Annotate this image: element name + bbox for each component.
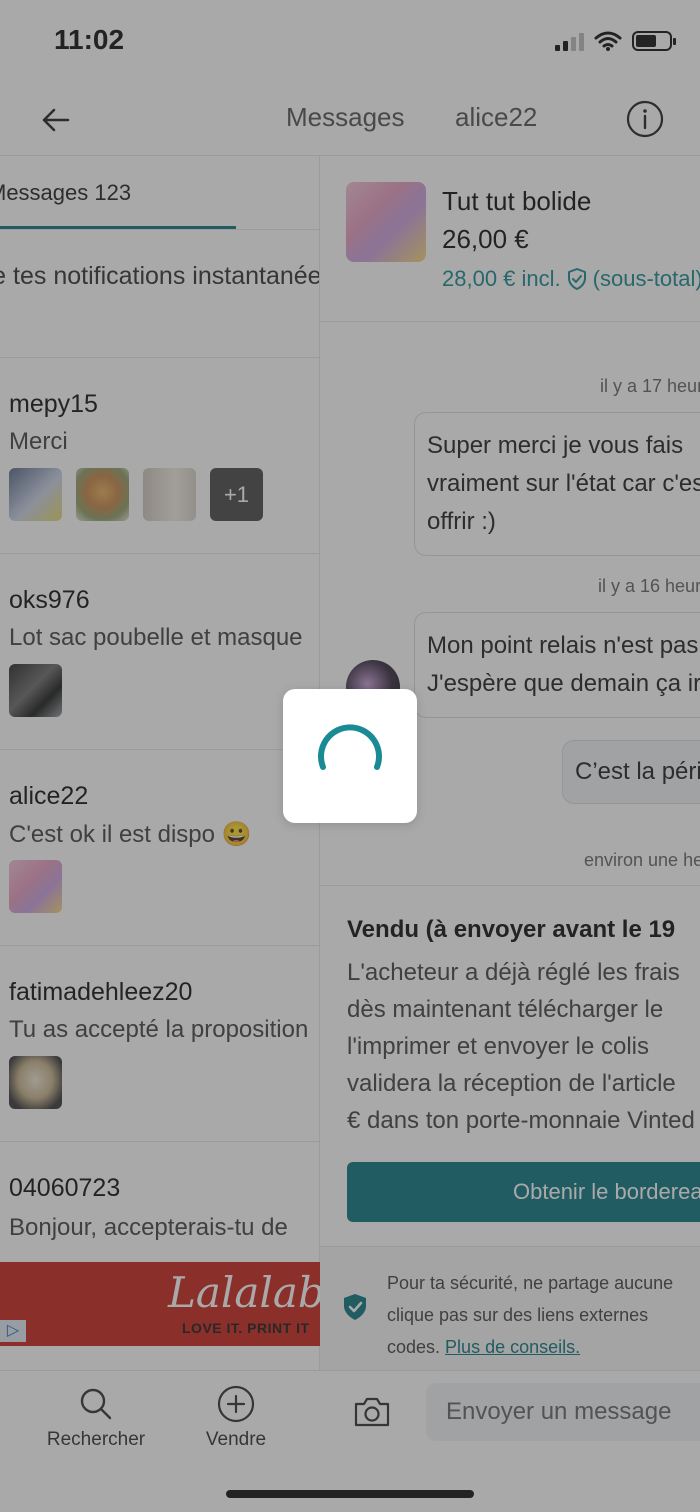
- loading-dialog: [283, 689, 417, 823]
- loading-spinner-icon: [318, 724, 382, 770]
